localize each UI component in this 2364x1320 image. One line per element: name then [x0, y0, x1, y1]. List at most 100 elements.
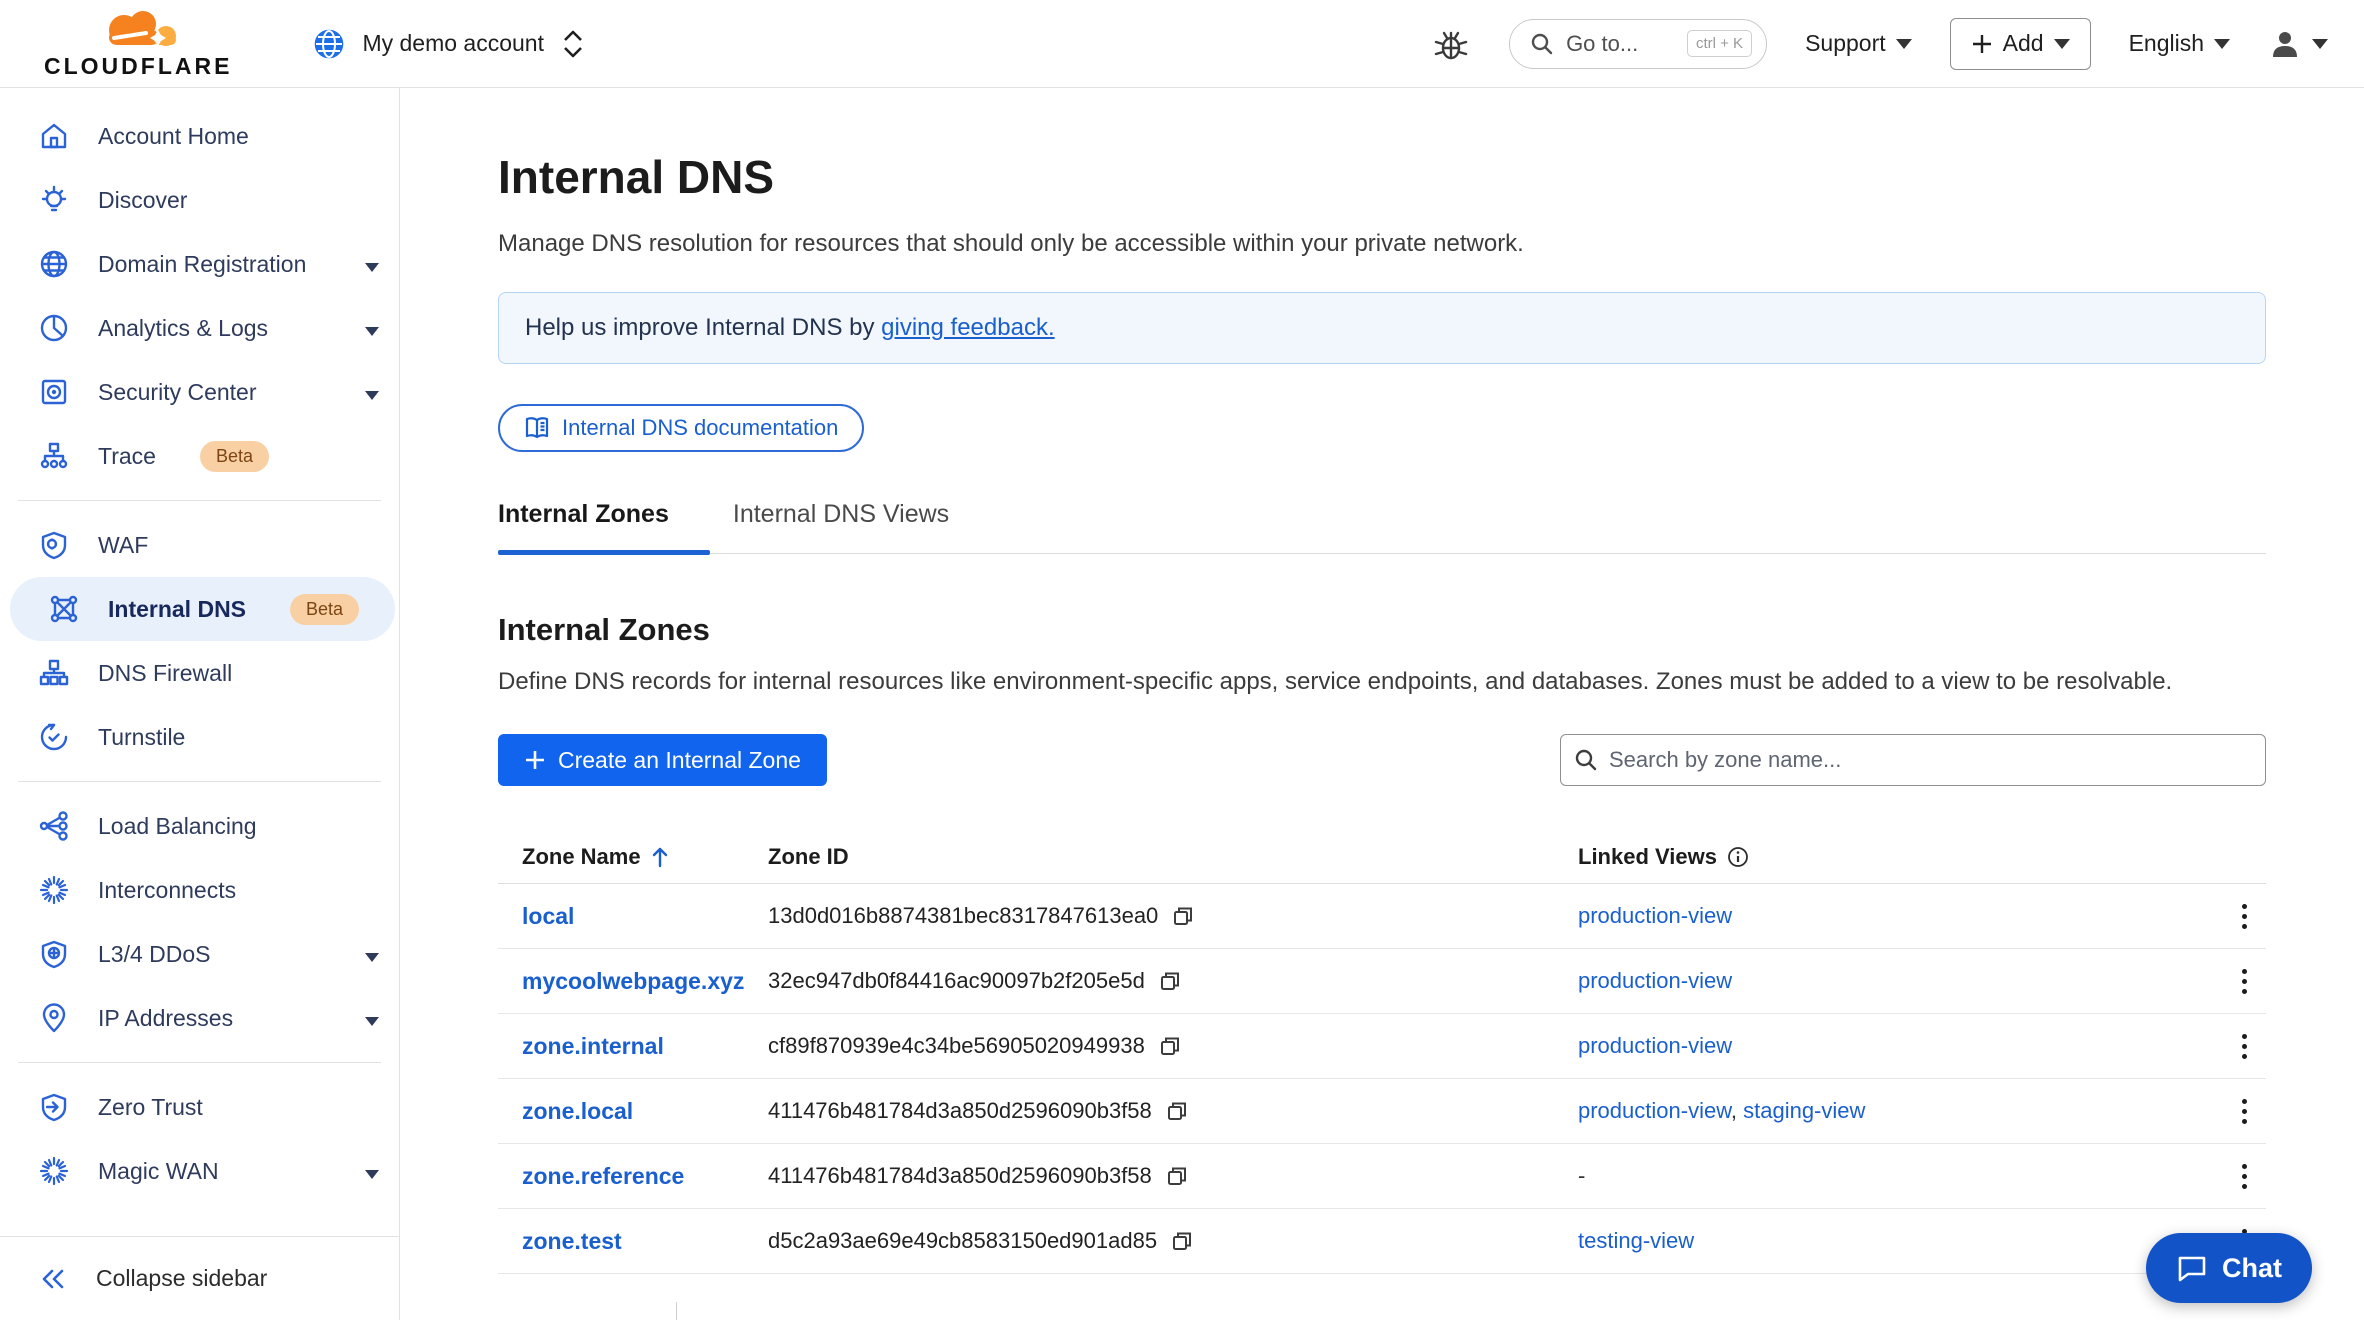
copy-icon[interactable]	[1171, 1230, 1193, 1252]
sidebar-item-security-center[interactable]: Security Center	[0, 360, 399, 424]
add-button[interactable]: Add	[1950, 18, 2091, 70]
bug-report-icon[interactable]	[1431, 24, 1471, 64]
linked-view-link[interactable]: production-view	[1578, 903, 1732, 928]
sidebar-item-l34-ddos[interactable]: L3/4 DDoS	[0, 922, 399, 986]
double-chevron-left-icon	[38, 1264, 68, 1294]
sidebar-item-waf[interactable]: WAF	[0, 513, 399, 577]
zone-search-input[interactable]	[1560, 734, 2266, 786]
copy-icon[interactable]	[1166, 1165, 1188, 1187]
zone-name-link[interactable]: local	[522, 903, 574, 929]
zone-name-link[interactable]: zone.local	[522, 1098, 633, 1124]
beta-badge: Beta	[290, 594, 359, 625]
table-row: zone.internal cf89f870939e4c34be56905020…	[498, 1014, 2266, 1079]
sidebar-item-discover[interactable]: Discover	[0, 168, 399, 232]
share-nodes-icon	[38, 810, 70, 842]
language-menu[interactable]: English	[2129, 30, 2230, 57]
tab-bar: Internal Zones Internal DNS Views	[498, 500, 2266, 553]
tab-internal-dns-views[interactable]: Internal DNS Views	[733, 500, 949, 553]
zone-name-link[interactable]: zone.internal	[522, 1033, 664, 1059]
sidebar-item-label: Internal DNS	[108, 596, 246, 623]
row-actions-menu[interactable]	[2222, 959, 2266, 1003]
safe-icon	[38, 376, 70, 408]
zone-id-value: 32ec947db0f84416ac90097b2f205e5d	[768, 968, 1145, 994]
sidebar-item-label: Security Center	[98, 379, 257, 406]
items-per-page-select[interactable]: 10	[875, 1316, 921, 1320]
add-label: Add	[2003, 30, 2044, 57]
info-icon[interactable]	[1727, 846, 1749, 868]
sidebar-item-turnstile[interactable]: Turnstile	[0, 705, 399, 769]
sidebar-item-magic-wan[interactable]: Magic WAN	[0, 1139, 399, 1203]
linked-view-link[interactable]: production-view	[1578, 1098, 1731, 1123]
sidebar-item-account-home[interactable]: Account Home	[0, 104, 399, 168]
linked-view-link[interactable]: testing-view	[1578, 1228, 1694, 1253]
giving-feedback-link[interactable]: giving feedback.	[881, 314, 1054, 341]
network-graph-icon	[48, 593, 80, 625]
sidebar-item-label: Turnstile	[98, 724, 185, 751]
account-switcher[interactable]: My demo account	[312, 27, 586, 61]
zone-name-link[interactable]: zone.reference	[522, 1163, 684, 1189]
zone-name-link[interactable]: zone.test	[522, 1228, 622, 1254]
table-row: zone.reference 411476b481784d3a850d25960…	[498, 1144, 2266, 1209]
sidebar-item-load-balancing[interactable]: Load Balancing	[0, 794, 399, 858]
internal-dns-documentation-button[interactable]: Internal DNS documentation	[498, 404, 864, 452]
sidebar: Account Home Discover Domain Registratio…	[0, 88, 400, 1320]
sidebar-item-ip-addresses[interactable]: IP Addresses	[0, 986, 399, 1050]
starburst-icon	[38, 874, 70, 906]
sidebar-item-internal-dns[interactable]: Internal DNS Beta	[10, 577, 395, 641]
sidebar-divider	[18, 781, 381, 782]
user-avatar-icon	[2268, 27, 2302, 61]
user-menu[interactable]	[2268, 27, 2328, 61]
column-header-zone-name[interactable]: Zone Name	[498, 844, 768, 870]
sidebar-item-zero-trust[interactable]: Zero Trust	[0, 1075, 399, 1139]
table-row: zone.test d5c2a93ae69e49cb8583150ed901ad…	[498, 1209, 2266, 1274]
goto-placeholder: Go to...	[1566, 31, 1638, 57]
globe-icon	[312, 27, 346, 61]
chat-button-label: Chat	[2222, 1253, 2282, 1284]
feedback-banner-text: Help us improve Internal DNS by	[525, 314, 881, 341]
chat-button[interactable]: Chat	[2146, 1233, 2312, 1303]
row-actions-menu[interactable]	[2222, 1089, 2266, 1133]
cloudflare-logo[interactable]: CLOUDFLARE	[44, 8, 232, 80]
cloudflare-cloud-icon	[86, 8, 190, 52]
section-description: Define DNS records for internal resource…	[498, 668, 2266, 696]
row-actions-menu[interactable]	[2222, 894, 2266, 938]
linked-view-link[interactable]: staging-view	[1743, 1098, 1865, 1123]
goto-search[interactable]: Go to... ctrl + K	[1509, 19, 1767, 69]
sidebar-item-domain-registration[interactable]: Domain Registration	[0, 232, 399, 296]
chevron-down-icon	[365, 941, 379, 968]
support-menu[interactable]: Support	[1805, 30, 1912, 57]
sort-ascending-icon	[651, 846, 669, 868]
copy-icon[interactable]	[1159, 970, 1181, 992]
sidebar-item-dns-firewall[interactable]: DNS Firewall	[0, 641, 399, 705]
tab-internal-zones[interactable]: Internal Zones	[498, 500, 669, 553]
chat-bubble-icon	[2176, 1253, 2208, 1283]
row-actions-menu[interactable]	[2222, 1154, 2266, 1198]
items-per-page-label: Items per page:	[709, 1316, 862, 1320]
linked-view-link[interactable]: production-view	[1578, 968, 1732, 993]
create-internal-zone-button[interactable]: Create an Internal Zone	[498, 734, 827, 786]
collapse-sidebar-label: Collapse sidebar	[96, 1265, 267, 1292]
hierarchy-icon	[38, 657, 70, 689]
sidebar-item-interconnects[interactable]: Interconnects	[0, 858, 399, 922]
collapse-sidebar-button[interactable]: Collapse sidebar	[0, 1236, 399, 1320]
sidebar-item-trace[interactable]: Trace Beta	[0, 424, 399, 488]
shield-gear-icon	[38, 529, 70, 561]
copy-icon[interactable]	[1172, 905, 1194, 927]
chevron-down-icon	[365, 1158, 379, 1185]
zone-id-value: 411476b481784d3a850d2596090b3f58	[768, 1163, 1152, 1189]
row-actions-menu[interactable]	[2222, 1024, 2266, 1068]
feedback-banner: Help us improve Internal DNS by giving f…	[498, 292, 2266, 364]
linked-view-link[interactable]: production-view	[1578, 1033, 1732, 1058]
zones-table: Zone Name Zone ID Linked Views	[498, 830, 2266, 1274]
sidebar-item-analytics-logs[interactable]: Analytics & Logs	[0, 296, 399, 360]
zone-id-value: 13d0d016b8874381bec8317847613ea0	[768, 903, 1158, 929]
globe-icon	[38, 248, 70, 280]
copy-icon[interactable]	[1159, 1035, 1181, 1057]
sitemap-icon	[38, 440, 70, 472]
tab-underline	[498, 553, 2266, 554]
copy-icon[interactable]	[1166, 1100, 1188, 1122]
zone-name-link[interactable]: mycoolwebpage.xyz	[522, 968, 744, 994]
sidebar-item-label: Magic WAN	[98, 1158, 219, 1185]
lightbulb-icon	[38, 184, 70, 216]
sidebar-item-label: Discover	[98, 187, 187, 214]
